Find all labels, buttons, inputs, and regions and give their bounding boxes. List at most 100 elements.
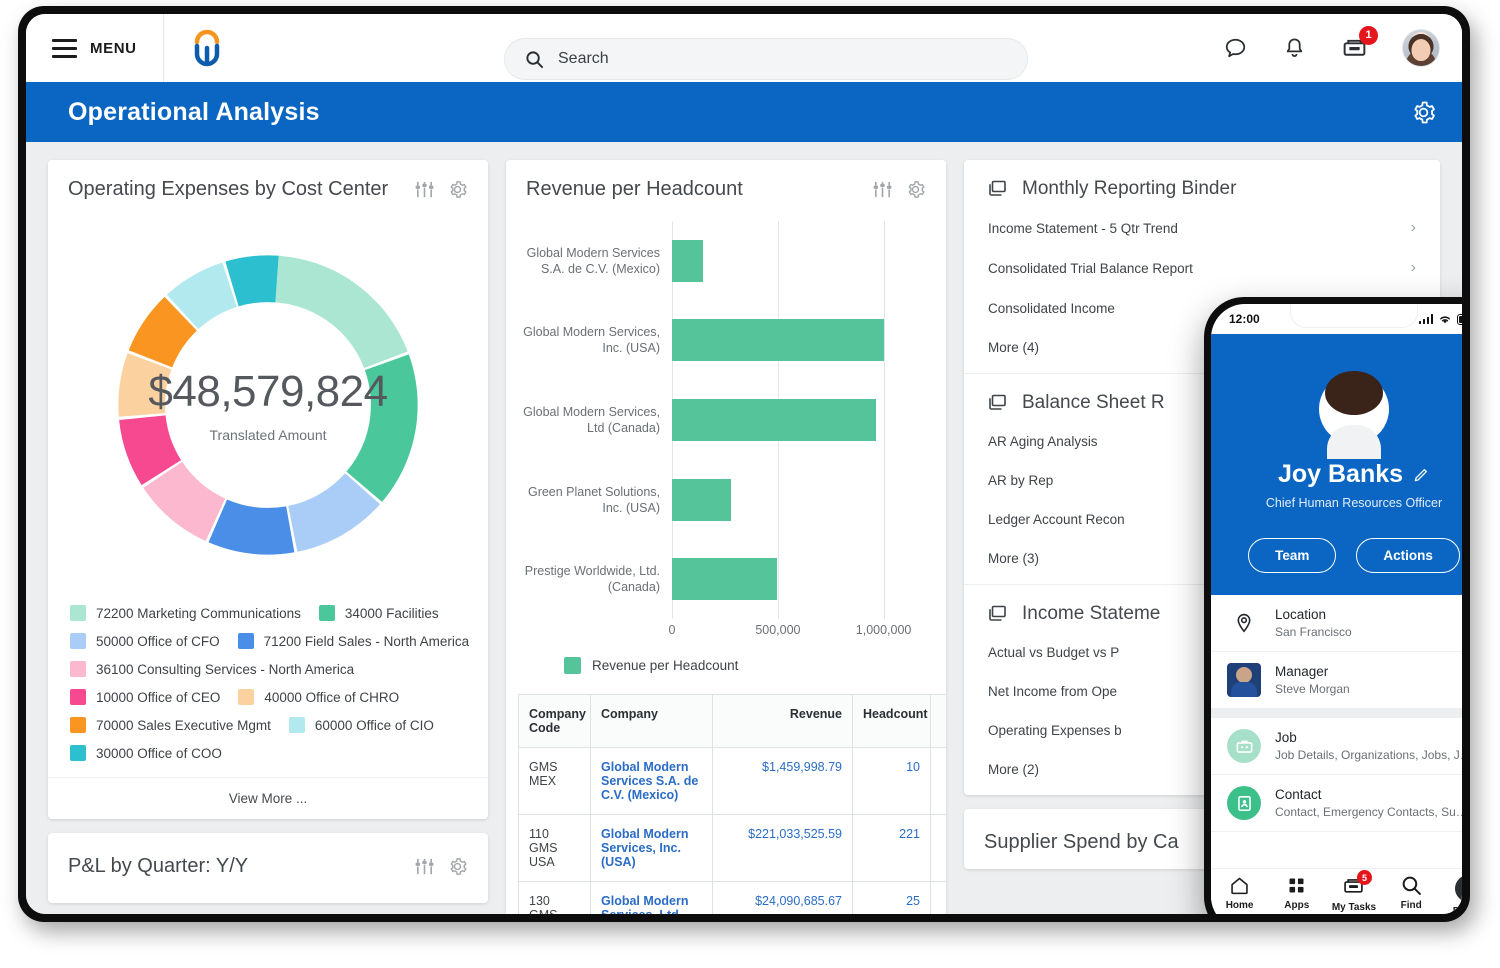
table-row: 110 GMS USA Global Modern Services, Inc.… [518, 814, 946, 882]
binder-item[interactable]: Income Statement - 5 Qtr Trend › [986, 208, 1418, 248]
filter-sliders-icon[interactable] [414, 179, 435, 200]
bar-chart-legend[interactable]: Revenue per Headcount [520, 645, 926, 690]
binder-item-label: Consolidated Trial Balance Report [988, 260, 1193, 276]
column-header-revenue[interactable]: Revenue [712, 694, 853, 748]
tab-my-tasks[interactable]: 5 My Tasks [1328, 870, 1380, 913]
profile-name-text: Joy Banks [1277, 460, 1404, 488]
legend-item[interactable]: 10000 Office of CEO [70, 689, 220, 705]
table-row: GMS MEX Global Modern Services S.A. de C… [518, 747, 946, 815]
profile-detail-location[interactable]: Location San Francisco [1211, 595, 1462, 652]
cell-extra[interactable]: $ [930, 814, 946, 882]
tablet-screen: MENU Search 1 Operational Analysis Opera… [26, 14, 1462, 914]
legend-label: 70000 Sales Executive Mgmt [96, 717, 271, 733]
card-title: Revenue per Headcount [526, 178, 743, 200]
tab-apps[interactable]: Apps [1271, 875, 1323, 911]
home-icon [1231, 877, 1248, 895]
axis-tick: 0 [668, 623, 676, 637]
workday-logo-icon[interactable] [164, 27, 250, 69]
profile-detail-manager[interactable]: Manager Steve Morgan [1211, 652, 1462, 709]
detail-text: Location San Francisco [1275, 607, 1462, 639]
legend-row: 50000 Office of CFO 71200 Field Sales - … [70, 633, 469, 649]
cell-revenue[interactable]: $1,459,998.79 [712, 747, 853, 815]
tab-label: Profile [1452, 906, 1462, 914]
cell-headcount[interactable]: 10 [852, 747, 931, 815]
company-link[interactable]: Global Modern Services S.A. de C.V. (Mex… [601, 760, 698, 802]
search-input[interactable]: Search [504, 38, 1028, 80]
legend-item[interactable]: 70000 Sales Executive Mgmt [70, 717, 271, 733]
binder-title: Monthly Reporting Binder [1022, 178, 1237, 199]
cell-extra [930, 881, 946, 914]
bar-fill [672, 398, 876, 441]
inbox-icon[interactable]: 1 [1341, 25, 1378, 62]
binder-item-label: AR Aging Analysis [988, 434, 1098, 449]
team-button[interactable]: Team [1248, 538, 1337, 573]
legend-item[interactable]: 50000 Office of CFO [70, 633, 220, 649]
profile-section-contact[interactable]: Contact Contact, Emergency Contacts, Sup… [1211, 775, 1462, 832]
tab-label: Home [1225, 900, 1254, 911]
column-header-headcount[interactable]: Headcount [852, 694, 931, 748]
legend-swatch [318, 605, 335, 621]
binder-item[interactable]: Consolidated Trial Balance Report › [986, 248, 1418, 288]
cell-company: Global Modern Services, Inc. (USA) [590, 814, 713, 882]
card-header: Operating Expenses by Cost Center [48, 160, 488, 207]
bar-row[interactable]: Global Modern Services, Inc. (USA) [520, 301, 926, 381]
legend-label: 34000 Facilities [344, 605, 439, 621]
cell-revenue[interactable]: $24,090,685.67 [712, 881, 853, 914]
legend-item[interactable]: 72200 Marketing Communications [70, 605, 301, 621]
avatar[interactable] [1402, 29, 1440, 67]
donut-legend: 72200 Marketing Communications 34000 Fac… [48, 603, 488, 777]
cell-headcount[interactable]: 221 [852, 814, 931, 882]
cell-company-code: GMS MEX [518, 747, 591, 815]
bar-row[interactable]: Prestige Worldwide, Ltd. (Canada) [520, 539, 926, 619]
legend-row: 72200 Marketing Communications 34000 Fac… [70, 605, 468, 621]
binder-item-label: Income Statement - 5 Qtr Trend [988, 220, 1178, 236]
cell-revenue[interactable]: $221,033,525.59 [712, 814, 853, 882]
list-section-spacer [1211, 709, 1462, 718]
legend-item[interactable]: 40000 Office of CHRO [238, 689, 399, 705]
legend-item[interactable]: 30000 Office of COO [70, 745, 222, 761]
chat-icon[interactable] [1223, 36, 1248, 61]
legend-label: 30000 Office of COO [96, 745, 222, 761]
bar-row[interactable]: Global Modern Services S.A. de C.V. (Mex… [520, 221, 926, 301]
cell-headcount[interactable]: 25 [852, 881, 931, 914]
legend-item[interactable]: 36100 Consulting Services - North Americ… [70, 661, 354, 677]
company-link[interactable]: Global Modern Services, Inc. (USA) [601, 827, 689, 869]
bar-row[interactable]: Global Modern Services, Ltd (Canada) [520, 380, 926, 460]
tab-profile[interactable]: Profile [1442, 875, 1462, 914]
bar-fill [672, 319, 884, 362]
cell-company-code: 130 GMS CAN [518, 881, 591, 914]
card-title: Operating Expenses by Cost Center [68, 178, 389, 200]
legend-item[interactable]: 34000 Facilities [318, 605, 439, 621]
filter-sliders-icon[interactable] [414, 856, 435, 877]
page-settings-gear-icon[interactable] [1411, 100, 1436, 125]
phone-notch [1290, 304, 1418, 328]
card-title: Supplier Spend by Ca [984, 831, 1179, 853]
tab-home[interactable]: Home [1214, 875, 1266, 911]
column-header-company[interactable]: Company [590, 694, 713, 748]
binder-item-label: Operating Expenses b [988, 723, 1122, 738]
bell-icon[interactable] [1282, 36, 1307, 61]
tasks-badge-count: 5 [1356, 870, 1372, 885]
column-header-company-code[interactable]: Company Code [518, 694, 591, 748]
tab-find[interactable]: Find [1385, 875, 1437, 911]
binder-title: Income Stateme [1022, 603, 1161, 624]
actions-button[interactable]: Actions [1356, 538, 1460, 573]
card-settings-gear-icon[interactable] [447, 179, 468, 200]
card-settings-gear-icon[interactable] [905, 179, 926, 200]
cell-company: Global Modern Services, Ltd (Canada) [590, 881, 713, 914]
view-more-button[interactable]: View More ... [48, 777, 488, 819]
filter-sliders-icon[interactable] [872, 179, 893, 200]
card-settings-gear-icon[interactable] [447, 856, 468, 877]
profile-avatar[interactable] [1319, 374, 1389, 444]
legend-swatch [70, 633, 86, 649]
bar-row[interactable]: Green Planet Solutions, Inc. (USA) [520, 460, 926, 540]
revenue-table-container: Company Code Company Revenue Headcount G… [506, 694, 946, 914]
legend-item[interactable]: 71200 Field Sales - North America [237, 633, 469, 649]
legend-label: 10000 Office of CEO [96, 689, 221, 705]
legend-item[interactable]: 60000 Office of CIO [288, 717, 434, 733]
column-header-extra[interactable] [930, 694, 946, 748]
company-link[interactable]: Global Modern Services, Ltd (Canada) [601, 894, 689, 914]
legend-swatch [238, 689, 255, 705]
profile-section-job[interactable]: Job Job Details, Organizations, Jobs, Jo… [1211, 718, 1462, 775]
menu-button[interactable]: MENU [26, 14, 163, 82]
